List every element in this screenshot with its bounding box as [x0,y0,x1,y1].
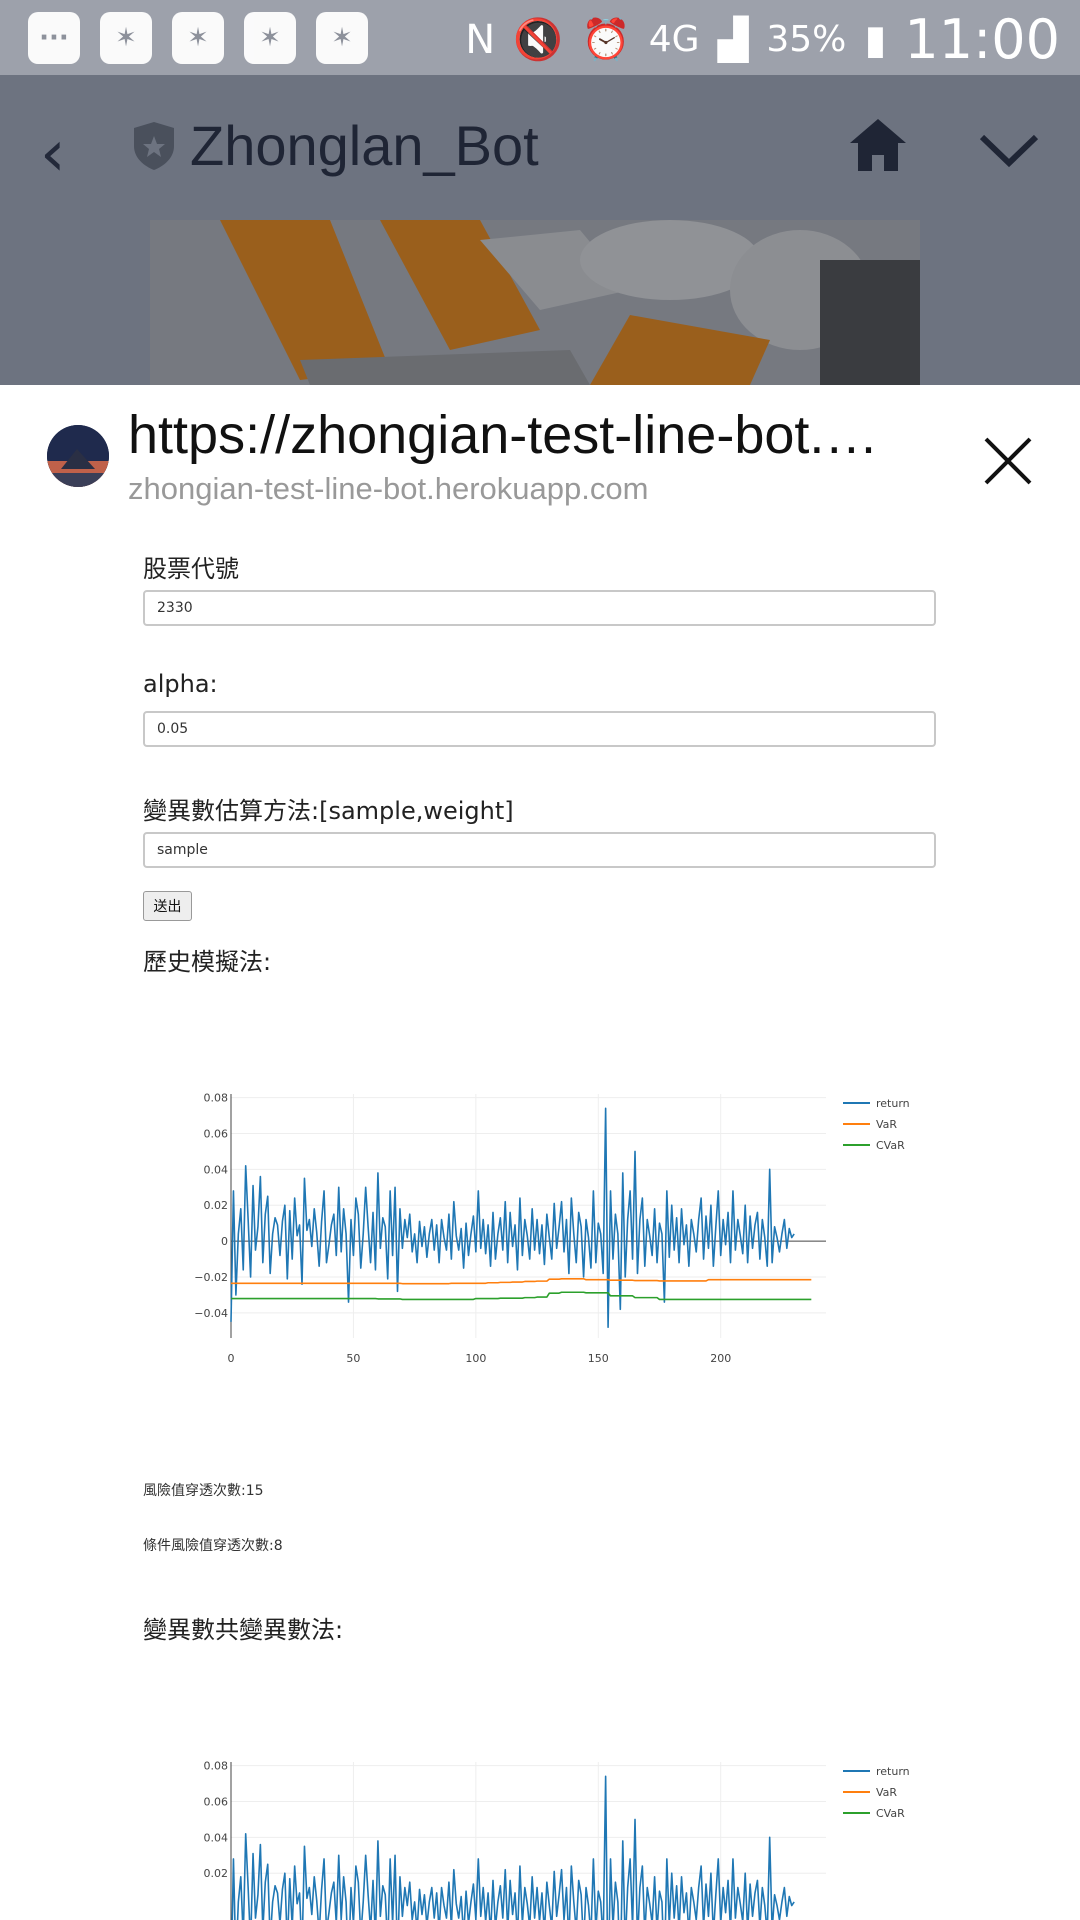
stock-code-label: 股票代號 [143,555,239,583]
banner [0,220,1080,385]
y-tick-label: 0.08 [204,1092,229,1105]
alpha-input[interactable]: 0.05 [143,711,936,747]
y-tick-label: 0.04 [204,1831,229,1844]
official-shield-icon [134,122,174,170]
legend-label: CVaR [876,1139,905,1152]
x-tick-label: 50 [346,1352,360,1365]
site-avatar [47,425,109,487]
legend-label: return [876,1097,910,1110]
mute-icon: 🔇 [513,17,563,63]
variance-method-label: 變異數估算方法:[sample,weight] [143,797,514,825]
page-domain: zhongian-test-line-bot.herokuapp.com [128,471,649,506]
cvar-breach-count: 條件風險值穿透次數:8 [143,1538,283,1554]
app-notification-icon: ✶ [316,12,368,64]
legend-label: CVaR [876,1807,905,1820]
x-tick-label: 0 [228,1352,235,1365]
app-notification-icon: ✶ [244,12,296,64]
nfc-icon: N [465,16,496,63]
y-tick-label: 0.02 [204,1199,229,1212]
status-bar: ··· ✶ ✶ ✶ ✶ N 🔇 ⏰ 4G ▟ 35% ▮ 11:00 [0,0,1080,75]
battery-charging-icon: ▮ [864,16,887,63]
series-line-return [231,1775,795,1920]
notification-icons: ··· ✶ ✶ ✶ ✶ [28,12,368,64]
x-tick-label: 100 [465,1352,486,1365]
app-notification-icon: ✶ [100,12,152,64]
chat-title: Zhonglan_Bot [190,114,539,177]
chevron-down-icon[interactable] [978,133,1040,169]
message-notification-icon: ··· [28,12,80,64]
battery-percent: 35% [766,19,847,60]
app-notification-icon: ✶ [172,12,224,64]
close-icon[interactable] [980,433,1036,489]
variance-covariance-title: 變異數共變異數法: [143,1616,344,1644]
stock-code-input[interactable]: 2330 [143,590,936,626]
page-url-title: https://zhongian-test-line-bot.… [128,405,879,465]
x-tick-label: 200 [710,1352,731,1365]
series-line-VaR [231,1277,812,1285]
signal-icon: ▟ [717,16,749,63]
home-icon[interactable] [848,117,908,173]
y-tick-label: 0 [221,1235,228,1248]
historical-var-chart: 0 50 100 150 200 0.08 0.06 0.04 0.02 0 −0.02 −0.04 r… [194,1092,910,1365]
clock: 11:00 [904,8,1060,71]
app-bar: ‹ Zhonglan_Bot [0,75,1080,220]
y-tick-label: 0.04 [204,1163,229,1176]
banner-image [150,220,920,385]
var-breach-count: 風險值穿透次數:15 [143,1483,264,1499]
alpha-label: alpha: [143,670,218,698]
series-line-CVaR [231,1291,812,1301]
legend-label: VaR [876,1786,897,1799]
series-line-return [230,1107,795,1329]
y-tick-label: 0.06 [204,1127,229,1140]
variance-covariance-chart: 0.08 0.06 0.04 0.02 return VaR CVaR [204,1760,910,1920]
alarm-icon: ⏰ [580,17,631,63]
system-icons: N 🔇 ⏰ 4G ▟ 35% ▮ 11:00 [465,8,1060,71]
network-type: 4G [648,19,700,60]
y-tick-label: 0.08 [204,1760,229,1773]
y-tick-label: 0.06 [204,1795,229,1808]
y-tick-label: −0.04 [194,1307,228,1320]
back-arrow-icon[interactable]: ‹ [40,117,66,191]
x-tick-label: 150 [588,1352,609,1365]
historical-simulation-title: 歷史模擬法: [143,948,272,976]
legend-label: VaR [876,1118,897,1131]
y-tick-label: −0.02 [194,1271,228,1284]
submit-button[interactable]: 送出 [143,891,192,921]
y-tick-label: 0.02 [204,1867,229,1880]
variance-method-input[interactable]: sample [143,832,936,868]
legend-label: return [876,1765,910,1778]
